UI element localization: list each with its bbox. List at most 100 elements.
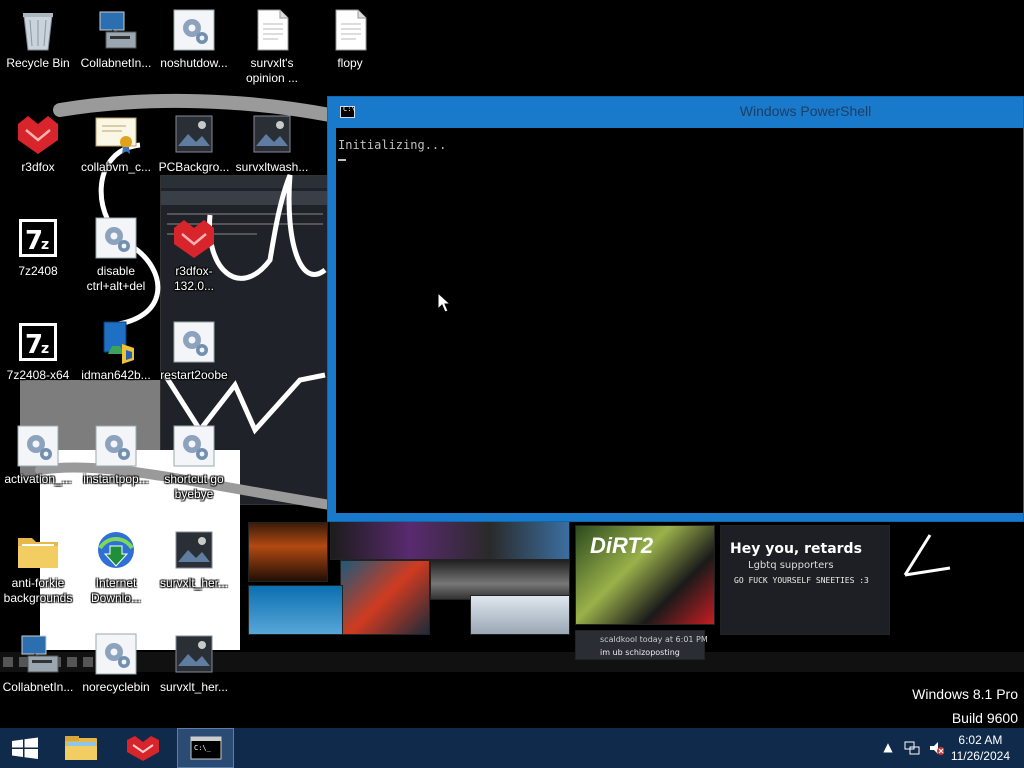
- desktop-icon-label: noshutdow...: [160, 56, 228, 70]
- desktop-icon-label: PCBackgro...: [158, 160, 230, 174]
- console-area[interactable]: Initializing...: [336, 128, 1023, 513]
- clock-date: 11/26/2024: [950, 749, 1010, 763]
- desktop-icon-label: activation_...: [4, 472, 72, 486]
- svg-text:z: z: [41, 341, 49, 357]
- 7zip-icon: 7z: [17, 321, 59, 363]
- 7zip-icon: 7z: [17, 217, 59, 259]
- windows-start-icon: [12, 737, 38, 759]
- clock-time: 6:02 AM: [958, 733, 1003, 747]
- desktop-icon[interactable]: noshutdow...: [156, 6, 232, 71]
- desktop-icon-label: norecyclebin: [82, 680, 150, 694]
- gear-file-icon: [17, 425, 59, 467]
- image-file-icon: [175, 115, 213, 153]
- window-titlebar[interactable]: C:\ Windows PowerShell: [328, 97, 1023, 127]
- image-file-icon: [175, 635, 213, 673]
- desktop-icon-label: 7z2408: [18, 264, 58, 278]
- image-file-icon: [175, 531, 213, 569]
- desktop-icon-label: survxlt_her...: [159, 680, 229, 694]
- desktop-icon-label: Internet Downlo...: [90, 576, 142, 605]
- r3dfox-icon: [174, 220, 214, 258]
- r3dfox-icon: [127, 736, 159, 761]
- desktop-icon[interactable]: survxltwash...: [234, 110, 310, 175]
- desktop-icon[interactable]: Recycle Bin: [0, 6, 76, 71]
- desktop-icon[interactable]: shortcut go byebye: [156, 422, 232, 502]
- desktop-icon-label: shortcut go byebye: [164, 472, 224, 501]
- desktop-icon[interactable]: survxlt_her...: [156, 526, 232, 591]
- desktop-icon[interactable]: 7 z 7z2408-x64: [0, 318, 76, 383]
- network-computer-icon: [99, 11, 137, 49]
- window-title: Windows PowerShell: [739, 103, 872, 119]
- desktop-icon[interactable]: CollabnetIn...: [0, 630, 76, 695]
- text-file-icon: [257, 9, 289, 51]
- folder-icon: [65, 736, 97, 760]
- start-button[interactable]: [0, 728, 54, 768]
- desktop-icon-label: instantpop...: [83, 472, 149, 486]
- desktop-icon[interactable]: idman642b...: [78, 318, 154, 383]
- taskbar-clock[interactable]: 6:02 AM 11/26/2024: [951, 732, 1010, 764]
- desktop-icon-label: CollabnetIn...: [80, 56, 152, 70]
- installer-icon: [103, 321, 134, 364]
- desktop-icon-label: restart2oobe: [160, 368, 228, 382]
- console-icon: C:\_: [190, 736, 222, 760]
- desktop-icon-label: r3dfox-132.0...: [173, 264, 215, 293]
- taskbar-r3dfox[interactable]: [116, 728, 170, 768]
- desktop-icon[interactable]: PCBackgro...: [156, 110, 232, 175]
- svg-text:z: z: [41, 237, 49, 253]
- desktop-icon[interactable]: anti-forkie backgrounds: [0, 526, 76, 606]
- desktop-icon-label: anti-forkie backgrounds: [3, 576, 73, 605]
- folder-icon: [18, 538, 58, 568]
- desktop-icon-label: flopy: [337, 56, 363, 70]
- desktop-icon-label: idman642b...: [81, 368, 151, 382]
- system-tray: ▲ 6:02 AM 11/26/2024: [864, 728, 1024, 768]
- desktop-icon[interactable]: flopy: [312, 6, 388, 71]
- desktop-icon-label: survxltwash...: [235, 160, 309, 174]
- desktop-icon-label: 7z2408-x64: [6, 368, 70, 382]
- desktop-icon[interactable]: r3dfox: [0, 110, 76, 175]
- desktop-icon[interactable]: instantpop...: [78, 422, 154, 487]
- taskbar: C:\_ ▲ 6:02 AM 11/26/2024: [0, 728, 1024, 768]
- gear-file-icon: [173, 425, 215, 467]
- desktop-icon-label: survxlt_her...: [159, 576, 229, 590]
- image-file-icon: [253, 115, 291, 153]
- gear-file-icon: [173, 9, 215, 51]
- svg-text:C:\_: C:\_: [194, 744, 212, 752]
- certificate-icon: [95, 117, 137, 154]
- text-file-icon: [335, 9, 367, 51]
- desktop-icon[interactable]: Internet Downlo...: [78, 526, 154, 606]
- desktop-icon-label: Recycle Bin: [6, 56, 70, 70]
- desktop-icon-label: collabvm_c...: [80, 160, 152, 174]
- desktop-icon[interactable]: disable ctrl+alt+del: [78, 214, 154, 294]
- desktop-icon-label: r3dfox: [21, 160, 55, 174]
- taskbar-file-explorer[interactable]: [54, 728, 108, 768]
- desktop-icon[interactable]: norecyclebin: [78, 630, 154, 695]
- desktop-icon[interactable]: CollabnetIn...: [78, 6, 154, 71]
- desktop-icon[interactable]: survxlt's opinion ...: [234, 6, 310, 86]
- volume-muted-icon[interactable]: [928, 740, 944, 756]
- taskbar-powershell[interactable]: C:\_: [177, 728, 234, 768]
- desktop-icon-label: CollabnetIn...: [2, 680, 74, 694]
- gear-file-icon: [95, 633, 137, 675]
- mouse-pointer-icon: [437, 292, 451, 313]
- desktop-icon[interactable]: 7 z 7z2408: [0, 214, 76, 279]
- powershell-window[interactable]: C:\ Windows PowerShell Initializing...: [327, 96, 1024, 522]
- gear-file-icon: [173, 321, 215, 363]
- windows-build-watermark: Build 9600: [951, 710, 1018, 726]
- network-computer-icon: [21, 635, 59, 673]
- gear-file-icon: [95, 425, 137, 467]
- gear-file-icon: [95, 217, 137, 259]
- windows-edition-watermark: Windows 8.1 Pro: [912, 686, 1018, 702]
- desktop-icon[interactable]: restart2oobe: [156, 318, 232, 383]
- show-hidden-icons-icon[interactable]: ▲: [880, 740, 896, 756]
- desktop-icon[interactable]: survxlt_her...: [156, 630, 232, 695]
- desktop-icon[interactable]: r3dfox-132.0...: [156, 214, 232, 294]
- idm-icon: [98, 532, 134, 568]
- console-caret: [338, 159, 346, 161]
- desktop-icon[interactable]: collabvm_c...: [78, 110, 154, 175]
- recycle-bin-icon: [23, 13, 53, 51]
- desktop-icon-label: disable ctrl+alt+del: [86, 264, 146, 293]
- network-icon[interactable]: [904, 740, 920, 756]
- desktop-icon[interactable]: activation_...: [0, 422, 76, 487]
- console-output: Initializing...: [338, 138, 447, 152]
- r3dfox-icon: [18, 116, 58, 154]
- desktop-icon-label: survxlt's opinion ...: [245, 56, 299, 85]
